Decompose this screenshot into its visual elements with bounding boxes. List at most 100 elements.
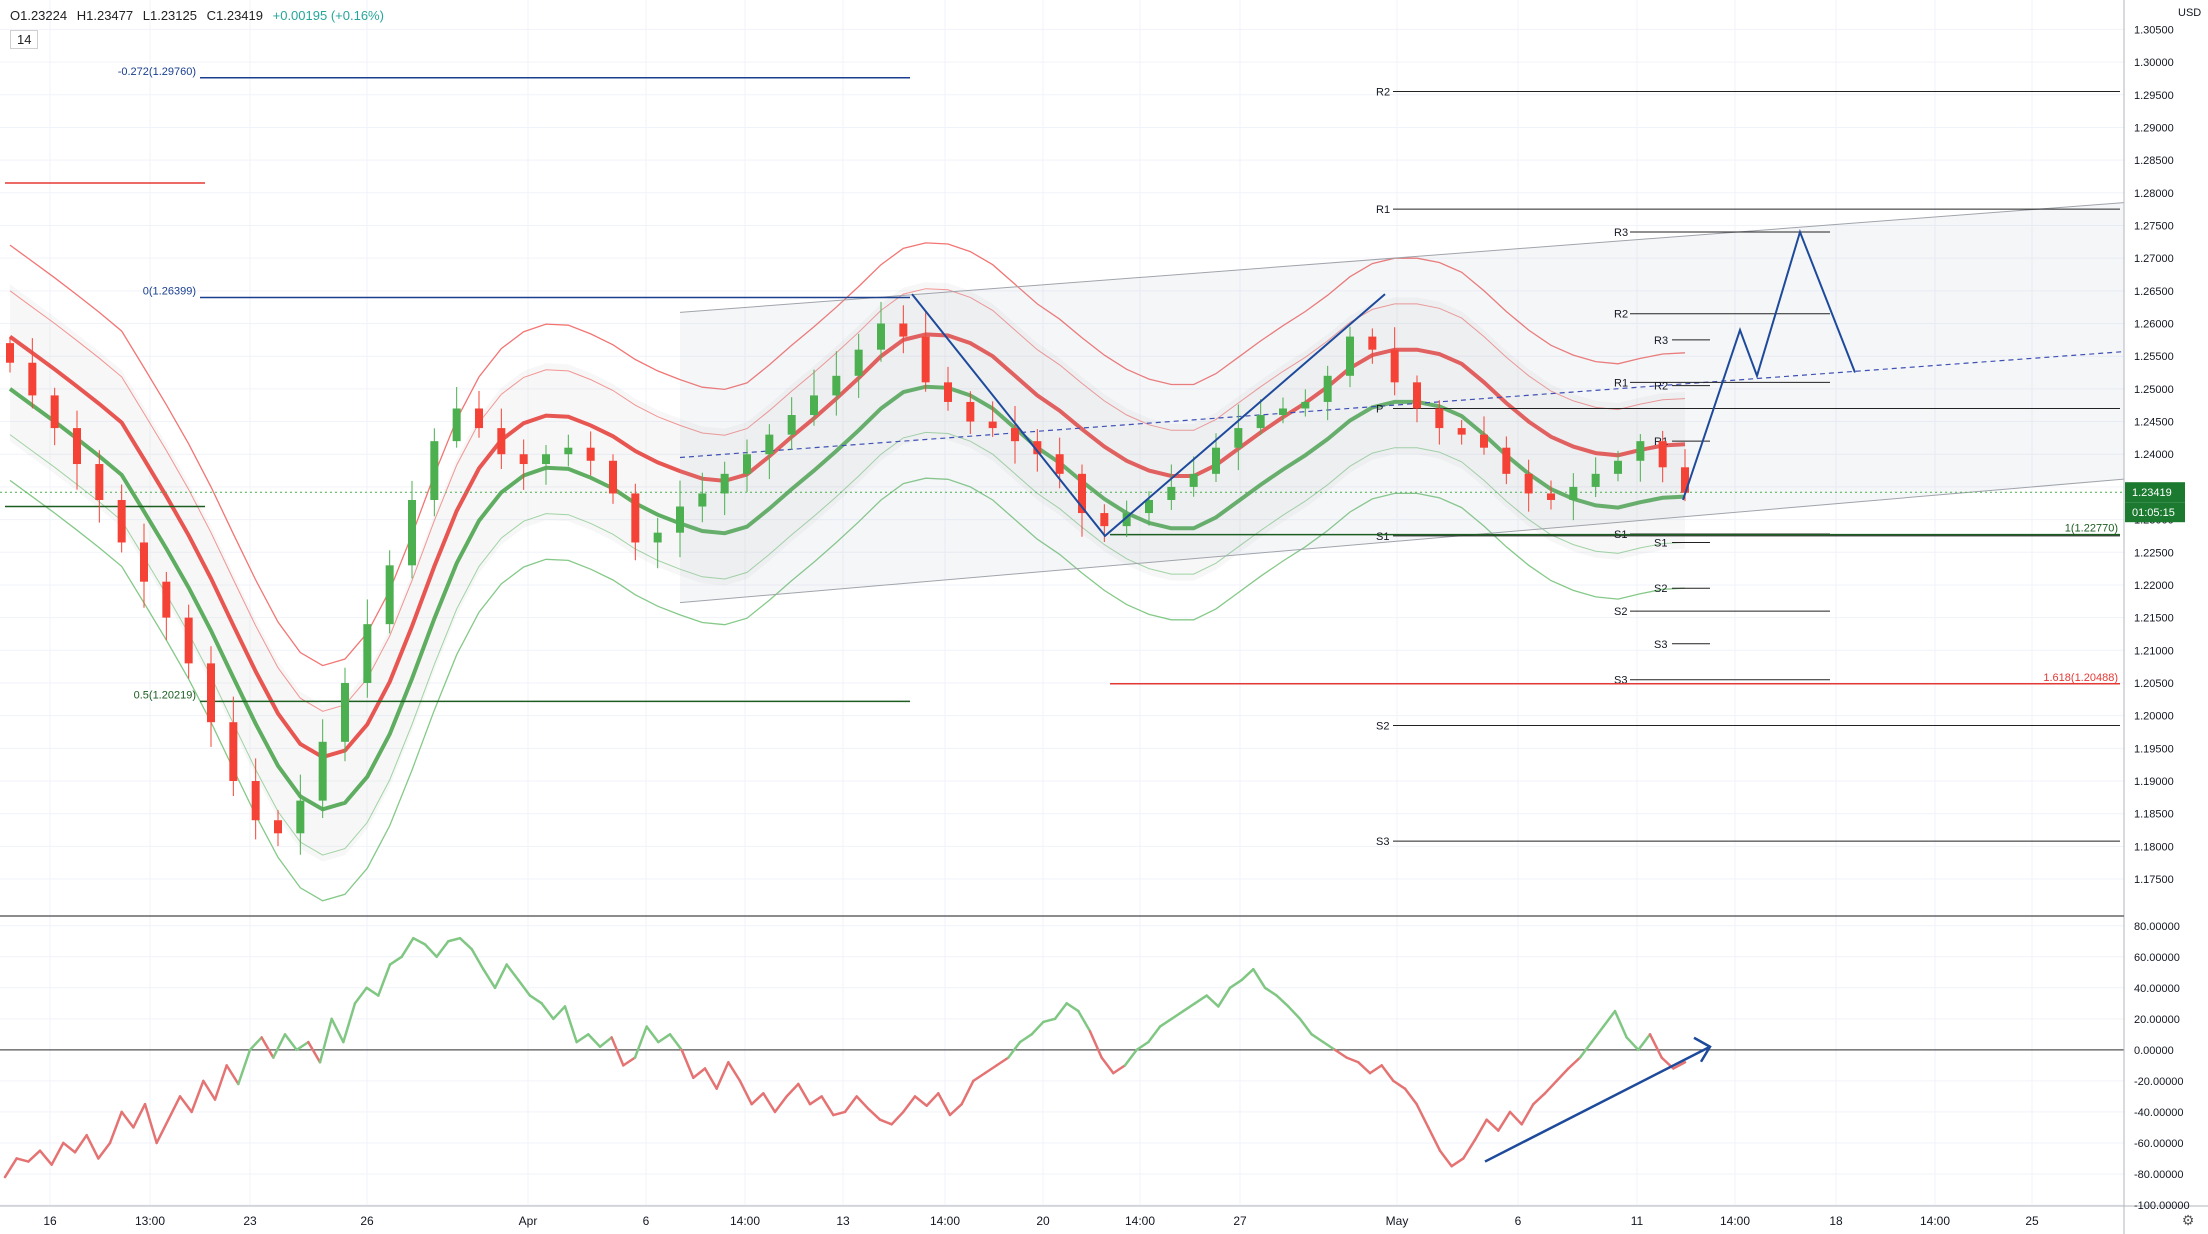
price-tag-value: 1.23419 bbox=[2132, 487, 2172, 499]
candle-body bbox=[1323, 375, 1332, 402]
time-tick-label: 14:00 bbox=[730, 1214, 760, 1228]
candle-body bbox=[832, 375, 841, 396]
candle-body bbox=[1346, 336, 1354, 376]
price-tick-label: 1.25500 bbox=[2134, 351, 2174, 363]
osc-tick-label: -20.00000 bbox=[2134, 1076, 2184, 1088]
chart-canvas[interactable]: R2R1S1S2S3R3R2R1S1S2S3R3R2R1S1S2S3P-0.27… bbox=[0, 0, 2208, 1234]
time-tick-label: 16 bbox=[43, 1214, 57, 1228]
small-pivot-label: S1 bbox=[1654, 537, 1667, 549]
candle-body bbox=[787, 415, 796, 435]
candle-body bbox=[542, 454, 550, 465]
candle-body bbox=[1301, 401, 1310, 409]
indicator-length-box[interactable]: 14 bbox=[10, 30, 39, 49]
daily-pivot-label: R2 bbox=[1376, 87, 1390, 99]
candle-body bbox=[251, 781, 260, 821]
price-tick-label: 1.19500 bbox=[2134, 743, 2174, 755]
price-tick-label: 1.28000 bbox=[2134, 188, 2174, 200]
price-tick-label: 1.18500 bbox=[2134, 809, 2174, 821]
price-tick-label: 1.20000 bbox=[2134, 711, 2174, 723]
osc-tick-label: 80.00000 bbox=[2134, 921, 2180, 933]
candle-body bbox=[1189, 473, 1198, 487]
candle-body bbox=[28, 362, 37, 396]
time-tick-label: 6 bbox=[1515, 1214, 1522, 1228]
candle-body bbox=[318, 741, 327, 801]
candle-body bbox=[1279, 408, 1287, 416]
weekly-pivot-label: S2 bbox=[1614, 606, 1627, 618]
candle-body bbox=[564, 447, 573, 455]
price-tick-label: 1.21500 bbox=[2134, 613, 2174, 625]
time-tick-label: 14:00 bbox=[1920, 1214, 1950, 1228]
time-tick-label: Apr bbox=[519, 1214, 538, 1228]
daily-pivot-label: S1 bbox=[1376, 531, 1389, 543]
fib-level-label: 0.5(1.20219) bbox=[134, 689, 196, 701]
candle-body bbox=[207, 663, 215, 723]
candle-body bbox=[1524, 473, 1533, 494]
price-tick-label: 1.29000 bbox=[2134, 122, 2174, 134]
price-tick-label: 1.22500 bbox=[2134, 547, 2174, 559]
time-tick-label: 6 bbox=[643, 1214, 650, 1228]
candle-body bbox=[1457, 428, 1466, 435]
daily-pivot-label: R1 bbox=[1376, 204, 1390, 216]
candle-body bbox=[452, 408, 461, 442]
candle-body bbox=[1480, 434, 1488, 448]
time-tick-label: 20 bbox=[1036, 1214, 1050, 1228]
price-tags: 1.23419 01:05:15 bbox=[2125, 482, 2185, 523]
currency-label: USD bbox=[2178, 7, 2201, 19]
price-tick-label: 1.24000 bbox=[2134, 449, 2174, 461]
candle-body bbox=[430, 441, 439, 500]
fib-level-label: 1.618(1.20488) bbox=[2043, 672, 2118, 684]
candle-body bbox=[296, 800, 305, 834]
candle-body bbox=[1011, 428, 1019, 442]
price-tick-label: 1.30500 bbox=[2134, 24, 2174, 36]
candle-body bbox=[1368, 336, 1377, 350]
candle-body bbox=[1145, 499, 1153, 514]
candle-body bbox=[854, 349, 863, 376]
price-tick-label: 1.29500 bbox=[2134, 90, 2174, 102]
settings-gear-icon[interactable]: ⚙ bbox=[2182, 1213, 2195, 1229]
candle-body bbox=[1569, 486, 1578, 500]
candle-body bbox=[944, 382, 952, 402]
osc-tick-label: -80.00000 bbox=[2134, 1169, 2184, 1181]
ohlc-legend: O1.23224 H1.23477 L1.23125 C1.23419 +0.0… bbox=[10, 8, 390, 23]
osc-tick-label: 20.00000 bbox=[2134, 1014, 2180, 1026]
candle-body bbox=[363, 624, 372, 683]
candle-body bbox=[341, 682, 349, 742]
low-value: L1.23125 bbox=[142, 8, 197, 23]
price-tick-label: 1.27000 bbox=[2134, 253, 2174, 265]
candle-body bbox=[988, 421, 997, 429]
time-tick-label: 13:00 bbox=[135, 1214, 165, 1228]
change-value: +0.00195 (+0.16%) bbox=[272, 8, 384, 23]
candle-body bbox=[743, 454, 751, 474]
time-tick-label: 14:00 bbox=[930, 1214, 960, 1228]
open-value: O1.23224 bbox=[10, 8, 68, 23]
candle-body bbox=[1055, 454, 1064, 474]
candle-body bbox=[1212, 447, 1220, 474]
daily-pivot-label: S2 bbox=[1376, 720, 1389, 732]
candle-body bbox=[676, 506, 684, 533]
osc-tick-label: 40.00000 bbox=[2134, 983, 2180, 995]
price-tick-label: 1.20500 bbox=[2134, 678, 2174, 690]
candle-body bbox=[720, 473, 729, 494]
time-tick-label: 18 bbox=[1829, 1214, 1843, 1228]
candle-body bbox=[1390, 349, 1399, 383]
candle-body bbox=[6, 343, 14, 363]
candle-body bbox=[229, 722, 238, 782]
small-pivot-label: S2 bbox=[1654, 583, 1667, 595]
candle-body bbox=[1591, 473, 1600, 487]
candle-body bbox=[1614, 460, 1622, 474]
small-pivot-label: R2 bbox=[1654, 381, 1668, 393]
candle-body bbox=[877, 323, 885, 350]
candle-body bbox=[1658, 441, 1667, 468]
price-tick-label: 1.26000 bbox=[2134, 319, 2174, 331]
osc-tick-label: -100.00000 bbox=[2134, 1200, 2190, 1212]
weekly-pivot-label: S3 bbox=[1614, 675, 1627, 687]
fib-level-label: 0(1.26399) bbox=[143, 285, 196, 297]
candle-body bbox=[1636, 441, 1645, 461]
candle-body bbox=[117, 499, 126, 543]
candle-body bbox=[1435, 408, 1444, 429]
fib-level-label: 1(1.22770) bbox=[2065, 523, 2118, 535]
candle-body bbox=[274, 820, 282, 834]
osc-tick-label: 0.00000 bbox=[2134, 1045, 2174, 1057]
price-tick-label: 1.24500 bbox=[2134, 417, 2174, 429]
weekly-pivot-label: R2 bbox=[1614, 309, 1628, 321]
